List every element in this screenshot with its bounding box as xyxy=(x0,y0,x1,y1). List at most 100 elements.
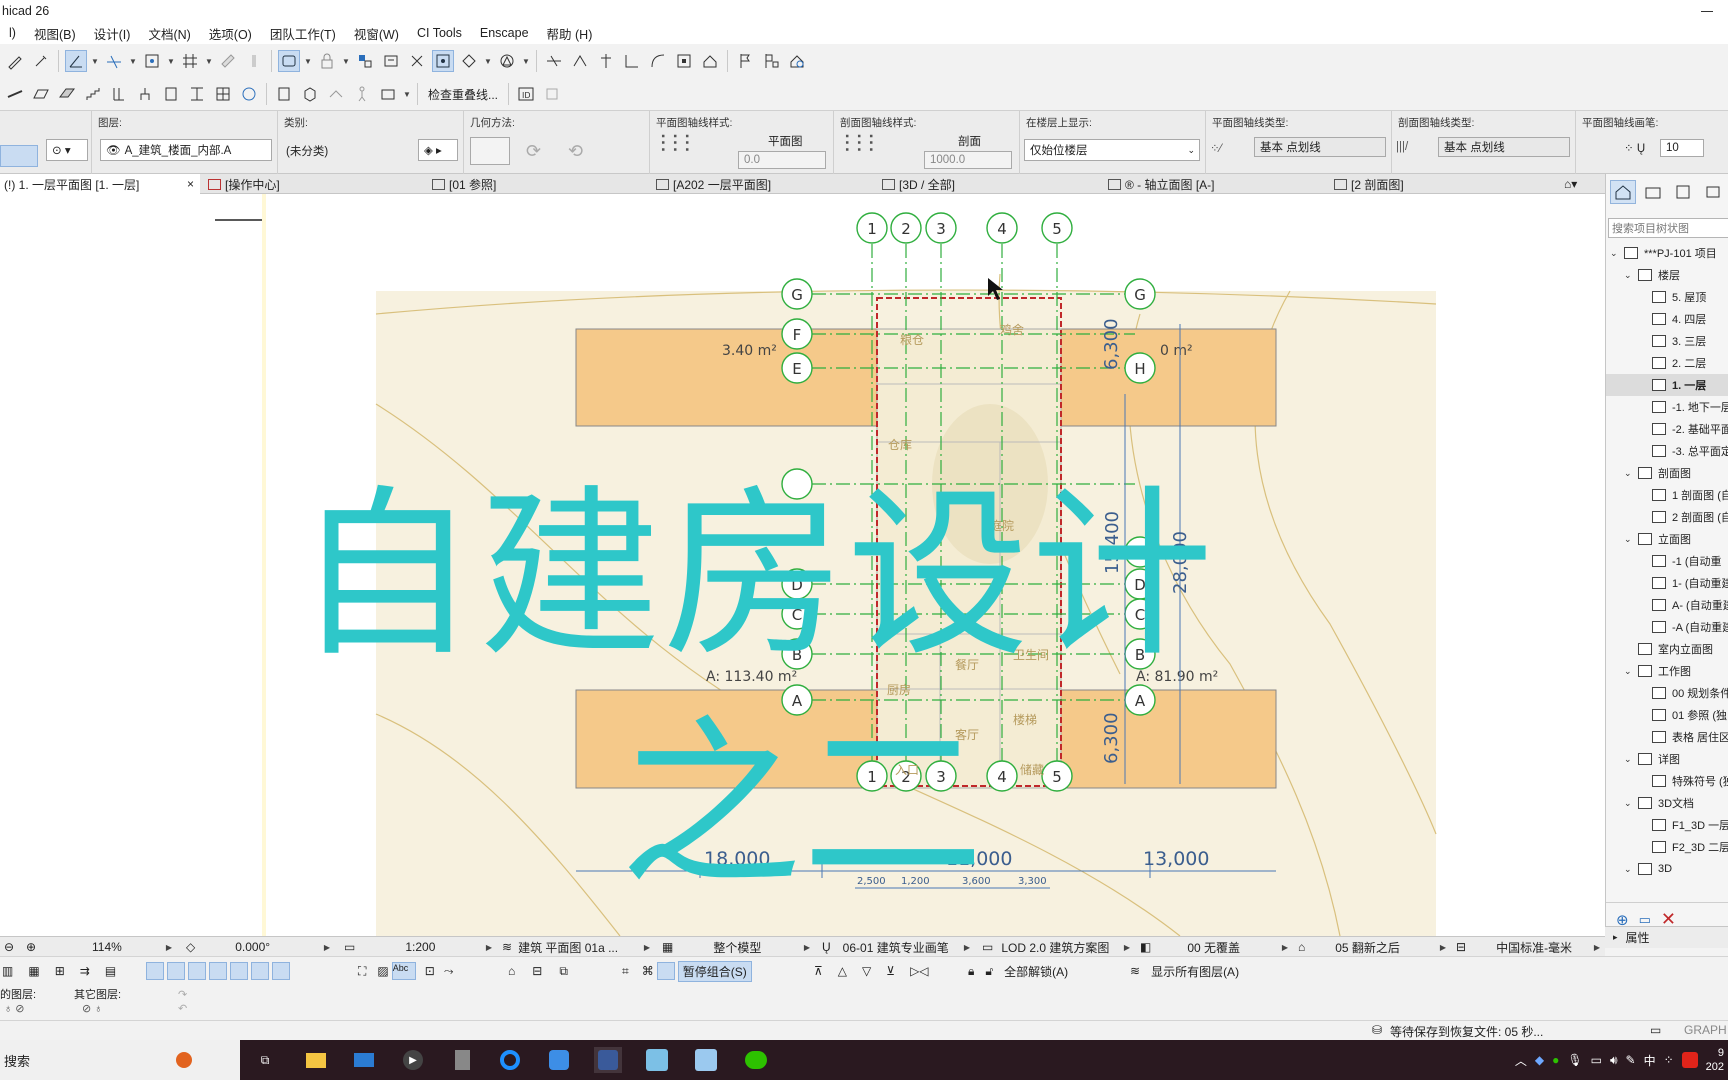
close-icon[interactable]: × xyxy=(187,177,194,191)
arc-geometry-icon[interactable]: ⟳ xyxy=(526,141,541,162)
straight-geometry-button[interactable] xyxy=(470,137,510,165)
tab-elevation[interactable]: ® - 轴立面图 [A-] xyxy=(1104,174,1328,194)
floor-plan-canvas[interactable]: 1 2 3 4 5 1 2 3 4 5 G F E D C B A G H E xyxy=(0,194,1605,936)
archicad-app-icon[interactable] xyxy=(594,1047,622,1073)
network-icon[interactable]: ▭ xyxy=(1591,1053,1602,1067)
navigator-tree-item[interactable]: ⌄ 3D xyxy=(1606,858,1728,880)
hide-icon[interactable]: ⊘ ♁ xyxy=(82,1002,103,1015)
menu-item-file[interactable]: l) xyxy=(0,26,25,40)
figure-icon[interactable] xyxy=(351,83,373,105)
browser-icon[interactable] xyxy=(496,1047,524,1073)
suspend-groups-button[interactable]: 暂停组合(S) xyxy=(677,960,752,982)
chevron-down-icon[interactable]: ⌄ xyxy=(1624,798,1632,809)
snap-points-icon[interactable] xyxy=(141,50,163,72)
arrow-display-icon[interactable]: ⇉ xyxy=(80,964,90,978)
plan-grid-offset-field[interactable]: 0.0 xyxy=(738,151,826,169)
grid-snap-icon[interactable] xyxy=(179,50,201,72)
menu-item-options[interactable]: 选项(O) xyxy=(200,24,261,43)
book-icon[interactable]: ⊟ xyxy=(532,964,542,978)
group-icon[interactable] xyxy=(354,50,376,72)
navigator-search-input[interactable]: 搜索项目树状图 xyxy=(1608,218,1728,238)
fill-icon[interactable] xyxy=(167,962,185,980)
railing-tool-icon[interactable] xyxy=(108,83,130,105)
navigator-tree-item[interactable]: 2. 二层 xyxy=(1606,352,1728,374)
navigator-tree-item[interactable]: F2_3D 二层 xyxy=(1606,836,1728,858)
navigator-tree-item[interactable]: 室内立面图 xyxy=(1606,638,1728,660)
navigator-tree-item[interactable]: -1. 地下一层 xyxy=(1606,396,1728,418)
navigator-tree-item[interactable]: 00 规划条件 xyxy=(1606,682,1728,704)
explode-icon[interactable] xyxy=(406,50,428,72)
show-all-layers-button[interactable]: 显示所有图层(A) xyxy=(1151,963,1239,980)
navigator-tree-item[interactable]: 01 参照 (独 xyxy=(1606,704,1728,726)
microphone-icon[interactable]: 🎙︎ xyxy=(1567,1053,1582,1067)
input-language[interactable]: 中 xyxy=(1644,1052,1656,1069)
grid-style-icon[interactable]: ⫶⫶⫶ xyxy=(660,131,696,159)
chevron-down-icon[interactable]: ⌄ xyxy=(1624,864,1632,875)
wechat-icon[interactable] xyxy=(742,1047,770,1073)
navigator-tree-item[interactable]: 2 剖面图 (自 xyxy=(1606,506,1728,528)
category-value[interactable]: (未分类) xyxy=(286,143,328,159)
layer-select[interactable]: 👁 A_建筑_楼面_内部.A xyxy=(100,139,272,161)
box-icon[interactable] xyxy=(299,83,321,105)
plan-line-type-select[interactable]: 基本 点划线 xyxy=(1254,137,1386,157)
angle-field[interactable]: ◇ 0.000° ▶ xyxy=(186,937,336,957)
bird-app-icon[interactable] xyxy=(545,1047,573,1073)
unlock-all-button[interactable]: 全部解锁(A) xyxy=(1004,963,1068,980)
stair-tool-icon[interactable] xyxy=(82,83,104,105)
pen-set-field[interactable]: Ų 06-01 建筑专业画笔 ▶ xyxy=(822,937,972,957)
navigator-tree-item[interactable]: 4. 四层 xyxy=(1606,308,1728,330)
properties-panel-header[interactable]: ▸ 属性 xyxy=(1605,926,1728,948)
navigator-tree-item[interactable]: ⌄ 剖面图 xyxy=(1606,462,1728,484)
guide-line-icon[interactable] xyxy=(103,50,125,72)
slash-icon[interactable]: ▨ xyxy=(377,964,388,978)
override-field[interactable]: ◧ 00 无覆盖 ▶ xyxy=(1140,937,1290,957)
beam-tool-icon[interactable] xyxy=(186,83,208,105)
undo-icon[interactable]: ↶ xyxy=(178,1002,187,1015)
ungroup-icon[interactable]: ⌘ xyxy=(642,964,654,978)
frame-icon[interactable]: ⛶ xyxy=(358,964,366,979)
project-map-tab[interactable] xyxy=(1610,180,1636,204)
arc-3pt-geometry-icon[interactable]: ⟲ xyxy=(568,141,583,162)
up-icon[interactable]: △ xyxy=(838,964,847,978)
eyedropper-icon[interactable] xyxy=(30,50,52,72)
pencil-icon[interactable] xyxy=(4,50,26,72)
tab-section-2[interactable]: [2 剖面图] xyxy=(1330,174,1550,194)
slab-tool-icon[interactable] xyxy=(30,83,52,105)
roof-icon[interactable] xyxy=(699,50,721,72)
mesh-icon[interactable] xyxy=(325,83,347,105)
resize-icon[interactable] xyxy=(673,50,695,72)
diamond-icon[interactable] xyxy=(209,962,227,980)
navigator-tree-item[interactable]: -A (自动重建 xyxy=(1606,616,1728,638)
spec-icon[interactable] xyxy=(541,83,563,105)
section-grid-icon[interactable]: ⫶⫶⫶ xyxy=(844,131,880,159)
task-view-icon[interactable]: ⧉ xyxy=(251,1047,279,1073)
navigator-tree-item[interactable]: 1 剖面图 (自 xyxy=(1606,484,1728,506)
marker-icon[interactable] xyxy=(243,50,265,72)
section-line-type-select[interactable]: 基本 点划线 xyxy=(1438,137,1570,157)
navigator-tree-item[interactable]: ⌄ ***PJ-101 项目 xyxy=(1606,242,1728,264)
hatch-icon[interactable] xyxy=(146,962,164,980)
volume-icon[interactable]: 🔊︎ xyxy=(1610,1053,1618,1068)
element-info-icon[interactable] xyxy=(380,50,402,72)
marquee-icon[interactable] xyxy=(230,962,248,980)
id-icon[interactable]: ID xyxy=(515,83,537,105)
navigator-tree-item[interactable]: 1- (自动重建 xyxy=(1606,572,1728,594)
pen-tray-icon[interactable]: ✎ xyxy=(1626,1053,1636,1067)
navigator-tree-item[interactable]: F1_3D 一层 xyxy=(1606,814,1728,836)
zoom-field[interactable]: 114% ▶ xyxy=(92,937,174,957)
send-back-icon[interactable]: ⊻ xyxy=(886,964,895,978)
chevron-down-icon[interactable]: ▼ xyxy=(304,50,312,72)
zoom-in-icon[interactable]: ⊕ xyxy=(26,937,36,957)
sogou-icon[interactable] xyxy=(1681,1052,1698,1068)
layers-icon[interactable]: ≋ xyxy=(1130,964,1140,978)
object-tool-icon[interactable] xyxy=(134,83,156,105)
view-map-tab[interactable] xyxy=(1640,180,1666,204)
navigator-tree-item[interactable]: 5. 屋顶 xyxy=(1606,286,1728,308)
section-grid-offset-field[interactable]: 1000.0 xyxy=(924,151,1012,169)
layer-combination-field[interactable]: ≋ 建筑 平面图 01a ... ▶ xyxy=(502,937,652,957)
panel-icon[interactable]: ▭ xyxy=(1650,1023,1661,1037)
mvo-field[interactable]: ▭ LOD 2.0 建筑方案图 ▶ xyxy=(982,937,1132,957)
redo-icon[interactable]: ↷ xyxy=(178,988,187,1001)
menu-item-ci-tools[interactable]: CI Tools xyxy=(408,26,471,40)
intersect-icon[interactable] xyxy=(621,50,643,72)
